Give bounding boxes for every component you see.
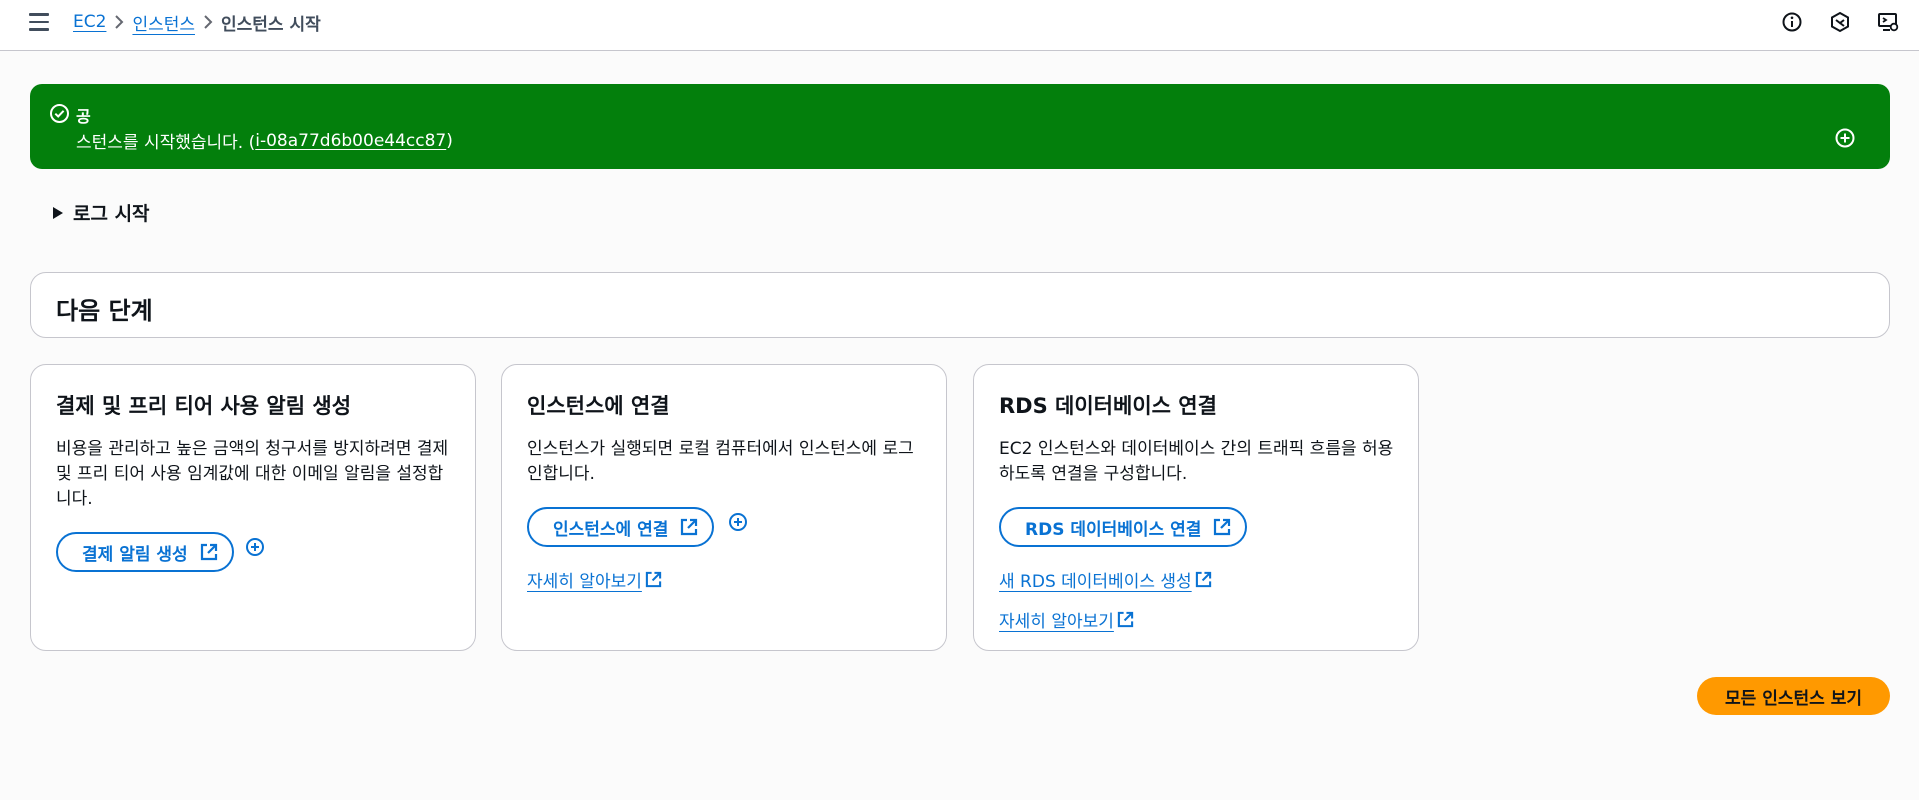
card-title: 인스턴스에 연결 <box>527 394 670 418</box>
chevron-right-icon <box>106 12 132 32</box>
external-link-icon <box>200 543 217 561</box>
connect-instance-card: 인스턴스에 연결 인스턴스가 실행되면 로컬 컴퓨터에서 인스턴스에 로그인합니… <box>501 364 947 651</box>
connect-instance-button[interactable]: 인스턴스에 연결 <box>527 507 715 547</box>
card-title: 결제 및 프리 티어 사용 알림 생성 <box>56 394 352 418</box>
display-settings-icon[interactable] <box>1877 11 1899 33</box>
success-check-icon <box>49 103 70 124</box>
success-flashbar: 공 스턴스를 시작했습니다. ( i-08a77d6b00e44cc87 ) <box>30 84 1890 169</box>
flash-title: 공 <box>76 107 91 126</box>
view-all-instances-button[interactable]: 모든 인스턴스 보기 <box>1697 677 1890 715</box>
add-plus-icon[interactable] <box>728 512 748 532</box>
link-label: 새 RDS 데이터베이스 생성 <box>999 572 1192 592</box>
create-billing-alert-button[interactable]: 결제 알림 생성 <box>56 532 234 572</box>
connect-rds-button[interactable]: RDS 데이터베이스 연결 <box>999 507 1248 547</box>
create-rds-database-link[interactable]: 새 RDS 데이터베이스 생성 <box>999 567 1212 592</box>
next-steps-container: 다음 단계 <box>30 272 1890 338</box>
learn-more-link[interactable]: 자세히 알아보기 <box>999 607 1134 632</box>
external-link-icon <box>1214 518 1231 536</box>
card-description: EC2 인스턴스와 데이터베이스 간의 트래픽 흐름을 허용하도록 연결을 구성… <box>999 439 1394 484</box>
flash-message-prefix: 스턴스를 시작했습니다. ( <box>76 133 256 153</box>
breadcrumb-item-ec2[interactable]: EC2 <box>73 12 106 32</box>
top-navigation-bar: EC2 인스턴스 인스턴스 시작 <box>0 0 1919 51</box>
button-label: RDS 데이터베이스 연결 <box>1025 519 1202 540</box>
chevron-right-icon <box>195 12 221 32</box>
external-link-icon <box>1195 571 1211 588</box>
external-link-icon <box>645 571 662 588</box>
rds-database-card: RDS 데이터베이스 연결 EC2 인스턴스와 데이터베이스 간의 트래픽 흐름… <box>973 364 1419 651</box>
add-plus-icon[interactable] <box>245 537 265 557</box>
card-title: RDS 데이터베이스 연결 <box>999 394 1217 418</box>
external-link-icon <box>1117 611 1134 628</box>
link-label: 자세히 알아보기 <box>527 572 642 592</box>
info-icon[interactable] <box>1781 11 1803 33</box>
button-label: 결제 알림 생성 <box>82 544 188 565</box>
next-steps-title: 다음 단계 <box>56 297 153 325</box>
hamburger-menu-icon[interactable] <box>29 13 49 31</box>
cloudshell-hexagon-icon[interactable] <box>1829 11 1851 33</box>
breadcrumb-current: 인스턴스 시작 <box>221 14 321 35</box>
card-description: 인스턴스가 실행되면 로컬 컴퓨터에서 인스턴스에 로그인합니다. <box>527 439 914 484</box>
link-label: 자세히 알아보기 <box>999 612 1114 632</box>
billing-alert-card: 결제 및 프리 티어 사용 알림 생성 비용을 관리하고 높은 금액의 청구서를… <box>30 364 476 651</box>
expand-plus-icon[interactable] <box>1834 127 1856 149</box>
learn-more-link[interactable]: 자세히 알아보기 <box>527 567 662 592</box>
flash-message: 스턴스를 시작했습니다. ( i-08a77d6b00e44cc87 ) <box>76 128 453 154</box>
instance-id-link[interactable]: i-08a77d6b00e44cc87 <box>255 131 446 151</box>
card-description: 비용을 관리하고 높은 금액의 청구서를 방지하려면 결제 및 프리 티어 사용… <box>56 439 449 509</box>
breadcrumb-item-instances[interactable]: 인스턴스 <box>132 10 195 35</box>
launch-log-expander[interactable]: 로그 시작 <box>53 199 150 226</box>
caret-right-icon <box>53 206 63 219</box>
flash-message-suffix: ) <box>446 130 453 151</box>
top-utility-icons <box>1781 11 1899 33</box>
launch-log-label: 로그 시작 <box>73 203 150 225</box>
button-label: 인스턴스에 연결 <box>553 519 669 540</box>
breadcrumb: EC2 인스턴스 인스턴스 시작 <box>73 10 321 35</box>
external-link-icon <box>681 518 698 536</box>
